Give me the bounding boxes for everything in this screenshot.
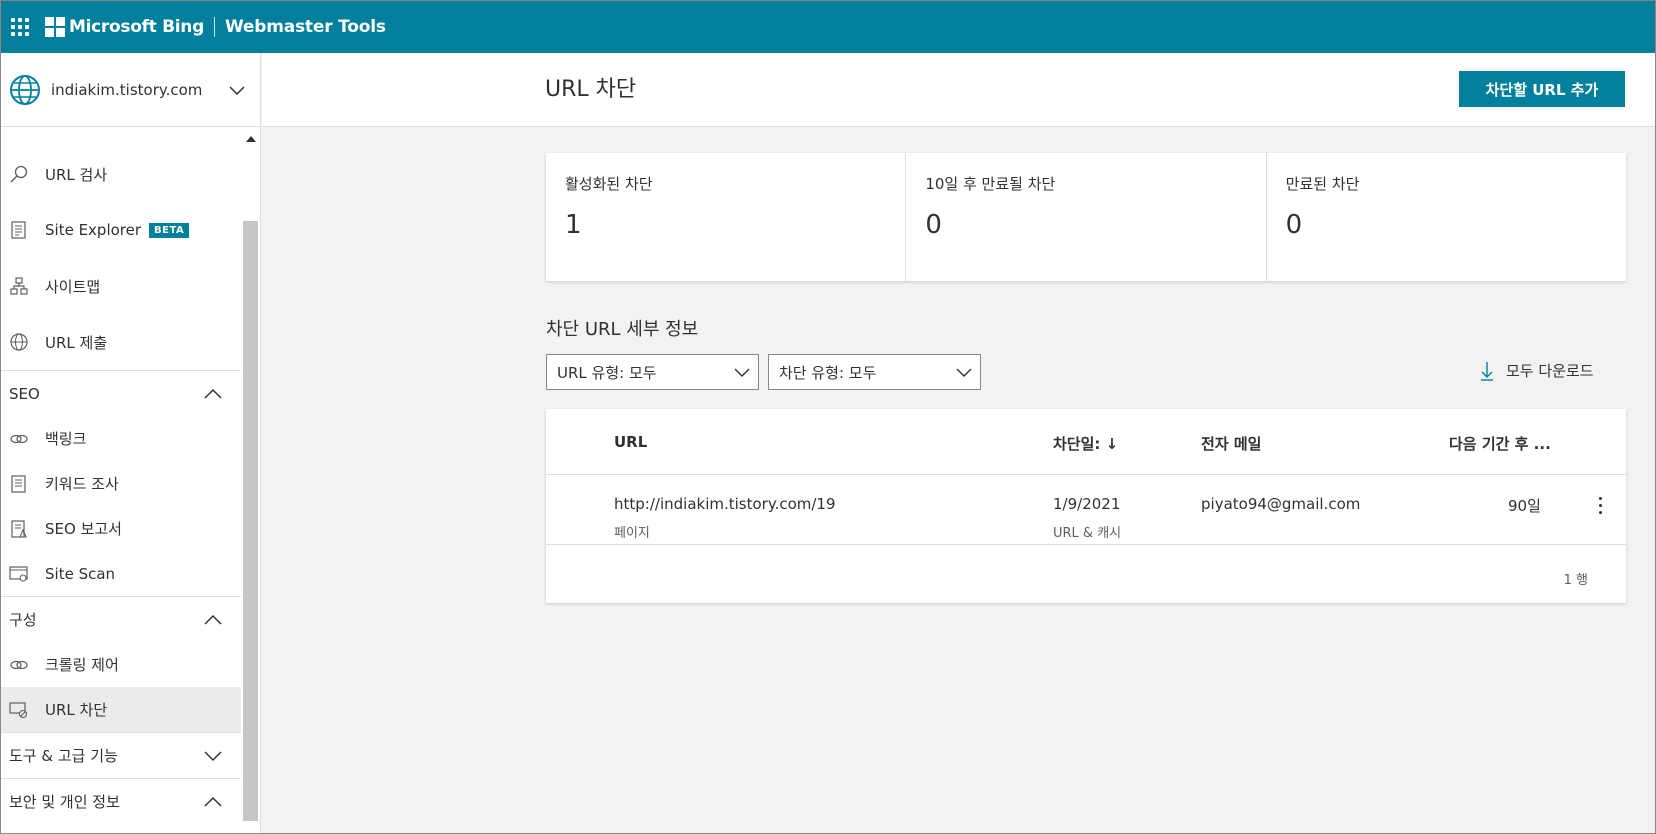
stat-label: 활성화된 차단	[565, 175, 653, 193]
link-icon	[10, 434, 28, 443]
column-header-url[interactable]: URL	[614, 433, 647, 451]
column-header-expires[interactable]: 다음 기간 후 ...	[1449, 433, 1551, 454]
sidebar-item-label: URL 검사	[45, 165, 108, 184]
row-blocked-date: 1/9/2021	[1053, 495, 1121, 513]
link-icon	[10, 660, 28, 669]
stat-expiring-blocks: 10일 후 만료될 차단 0	[906, 153, 1267, 281]
chevron-up-icon	[204, 614, 222, 625]
sidebar-item-label: 키워드 조사	[45, 475, 119, 493]
globe-icon	[10, 74, 40, 105]
download-all-button[interactable]: 모두 다운로드	[1480, 360, 1594, 381]
row-email: piyato94@gmail.com	[1201, 495, 1361, 513]
more-options-icon[interactable]	[1599, 497, 1603, 515]
sidebar-item-label: URL 제출	[45, 333, 108, 352]
brand-divider	[213, 17, 215, 37]
app-launcher-icon[interactable]	[11, 18, 29, 36]
site-picker[interactable]: indiakim.tistory.com	[1, 53, 261, 127]
microsoft-logo-icon	[45, 17, 65, 37]
sidebar-item-seo-reports[interactable]: SEO 보고서	[1, 506, 241, 551]
sidebar-group-label: 구성	[9, 611, 37, 629]
sitemap-icon	[10, 277, 28, 295]
url-type-filter[interactable]: URL 유형: 모두	[546, 354, 759, 390]
sidebar-item-label: Site Scan	[45, 564, 116, 583]
scroll-up-arrow-icon[interactable]	[246, 136, 256, 142]
sidebar-nav: URL 검사 Site Explorer BETA 사이트맵 URL 제출 SE…	[1, 128, 241, 833]
stats-card: 활성화된 차단 1 10일 후 만료될 차단 0 만료된 차단 0	[546, 153, 1626, 281]
column-header-blocked-date[interactable]: 차단일: ↓	[1053, 433, 1118, 454]
chevron-up-icon	[204, 796, 222, 807]
block-type-filter[interactable]: 차단 유형: 모두	[768, 354, 981, 390]
sidebar-item-sitemaps[interactable]: 사이트맵	[1, 258, 241, 314]
row-expires: 90일	[1508, 497, 1541, 515]
globe-icon	[10, 333, 28, 351]
sidebar-scrollbar[interactable]	[241, 128, 259, 833]
add-blocked-url-button[interactable]: 차단할 URL 추가	[1459, 71, 1625, 107]
sidebar-group-config[interactable]: 구성	[1, 596, 241, 642]
page-header: URL 차단 차단할 URL 추가	[262, 53, 1655, 127]
app-window: Microsoft Bing Webmaster Tools indiakim.…	[0, 0, 1656, 834]
product-name[interactable]: Webmaster Tools	[225, 17, 386, 37]
sidebar-item-site-explorer[interactable]: Site Explorer BETA	[1, 202, 241, 258]
sidebar-item-crawl-control[interactable]: 크롤링 제어	[1, 642, 241, 687]
chevron-down-icon[interactable]	[229, 82, 245, 98]
brand-name[interactable]: Microsoft Bing	[69, 17, 204, 37]
row-url: http://indiakim.tistory.com/19	[614, 495, 836, 513]
sidebar-item-url-inspection[interactable]: URL 검사	[1, 146, 241, 202]
stat-active-blocks: 활성화된 차단 1	[546, 153, 907, 281]
stat-expired-blocks: 만료된 차단 0	[1267, 153, 1626, 281]
sidebar-item-backlinks[interactable]: 백링크	[1, 416, 241, 461]
search-icon	[10, 165, 28, 183]
document-list-icon	[11, 221, 26, 239]
document-icon	[11, 474, 26, 493]
chevron-up-icon	[204, 388, 222, 399]
sidebar: indiakim.tistory.com URL 검사 Site Explore…	[1, 53, 261, 833]
sidebar-item-label: URL 차단	[45, 701, 108, 719]
blocked-urls-table: URL 차단일: ↓ 전자 메일 다음 기간 후 ... http://indi…	[546, 409, 1626, 603]
chevron-down-icon	[204, 750, 222, 761]
site-name: indiakim.tistory.com	[51, 80, 203, 99]
column-header-email[interactable]: 전자 메일	[1201, 433, 1261, 454]
table-header: URL 차단일: ↓ 전자 메일 다음 기간 후 ...	[546, 409, 1626, 475]
stat-value: 0	[1285, 210, 1303, 240]
sidebar-group-seo[interactable]: SEO	[1, 370, 241, 416]
stat-label: 만료된 차단	[1285, 175, 1360, 193]
sidebar-group-label: 도구 & 고급 기능	[9, 747, 118, 765]
top-bar: Microsoft Bing Webmaster Tools	[1, 1, 1655, 53]
table-row[interactable]: http://indiakim.tistory.com/19 페이지 1/9/2…	[546, 475, 1626, 545]
beta-badge: BETA	[149, 222, 190, 238]
details-section-title: 차단 URL 세부 정보	[546, 319, 699, 340]
sidebar-item-label: 사이트맵	[45, 277, 101, 296]
chevron-down-icon	[956, 368, 972, 377]
sidebar-item-label: 크롤링 제어	[45, 656, 119, 674]
url-type-filter-value: URL 유형: 모두	[557, 363, 657, 382]
page-title: URL 차단	[545, 77, 637, 102]
download-icon	[1481, 361, 1493, 381]
sidebar-item-block-urls[interactable]: URL 차단	[1, 687, 241, 732]
sidebar-item-label: SEO 보고서	[45, 520, 122, 538]
row-block-type: URL & 캐시	[1053, 526, 1122, 541]
row-count: 1 행	[1563, 573, 1588, 588]
sidebar-item-label: Site Explorer	[45, 221, 142, 239]
sidebar-item-label: 백링크	[45, 430, 87, 448]
sidebar-item-url-submission[interactable]: URL 제출	[1, 314, 241, 370]
scan-icon	[9, 565, 28, 582]
report-icon	[11, 519, 27, 538]
sidebar-group-tools[interactable]: 도구 & 고급 기능	[1, 732, 241, 778]
block-type-filter-value: 차단 유형: 모두	[779, 363, 877, 382]
stat-value: 1	[565, 210, 582, 240]
scroll-thumb[interactable]	[243, 221, 258, 821]
stat-label: 10일 후 만료될 차단	[925, 175, 1056, 193]
sidebar-item-site-scan[interactable]: Site Scan	[1, 551, 241, 596]
sidebar-group-security[interactable]: 보안 및 개인 정보	[1, 778, 241, 824]
row-url-type: 페이지	[614, 526, 650, 541]
sidebar-item-keyword-research[interactable]: 키워드 조사	[1, 461, 241, 506]
download-all-label: 모두 다운로드	[1506, 362, 1594, 380]
sidebar-group-label: 보안 및 개인 정보	[9, 793, 120, 811]
chevron-down-icon	[734, 368, 750, 377]
sidebar-group-label: SEO	[9, 384, 40, 403]
stat-value: 0	[925, 210, 942, 240]
block-url-icon	[9, 701, 28, 718]
